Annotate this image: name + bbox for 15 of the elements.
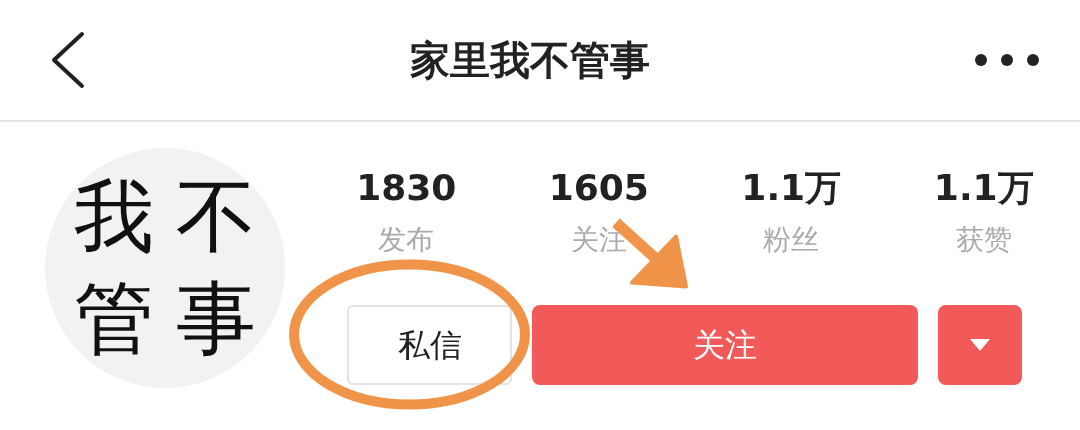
avatar-character: 不 bbox=[176, 177, 256, 257]
stat-value[interactable]: 1830 bbox=[356, 166, 457, 210]
back-icon[interactable] bbox=[50, 31, 86, 89]
avatar-character: 我 bbox=[74, 177, 154, 257]
more-icon[interactable] bbox=[974, 53, 1040, 67]
caret-icon bbox=[970, 338, 990, 351]
stat-value[interactable]: 1.1万 bbox=[741, 166, 842, 210]
dropdown-button[interactable] bbox=[938, 304, 1022, 385]
avatar-character: 事 bbox=[176, 279, 256, 359]
stat-value[interactable]: 1.1万 bbox=[933, 166, 1034, 210]
message-button[interactable]: 私信 bbox=[347, 304, 512, 385]
page-title: 家里我不管事 bbox=[410, 36, 650, 85]
avatar-character: 管 bbox=[74, 279, 154, 359]
stat-value[interactable]: 1605 bbox=[548, 166, 649, 210]
avatar[interactable]: 我 不 管 事 bbox=[45, 148, 285, 388]
